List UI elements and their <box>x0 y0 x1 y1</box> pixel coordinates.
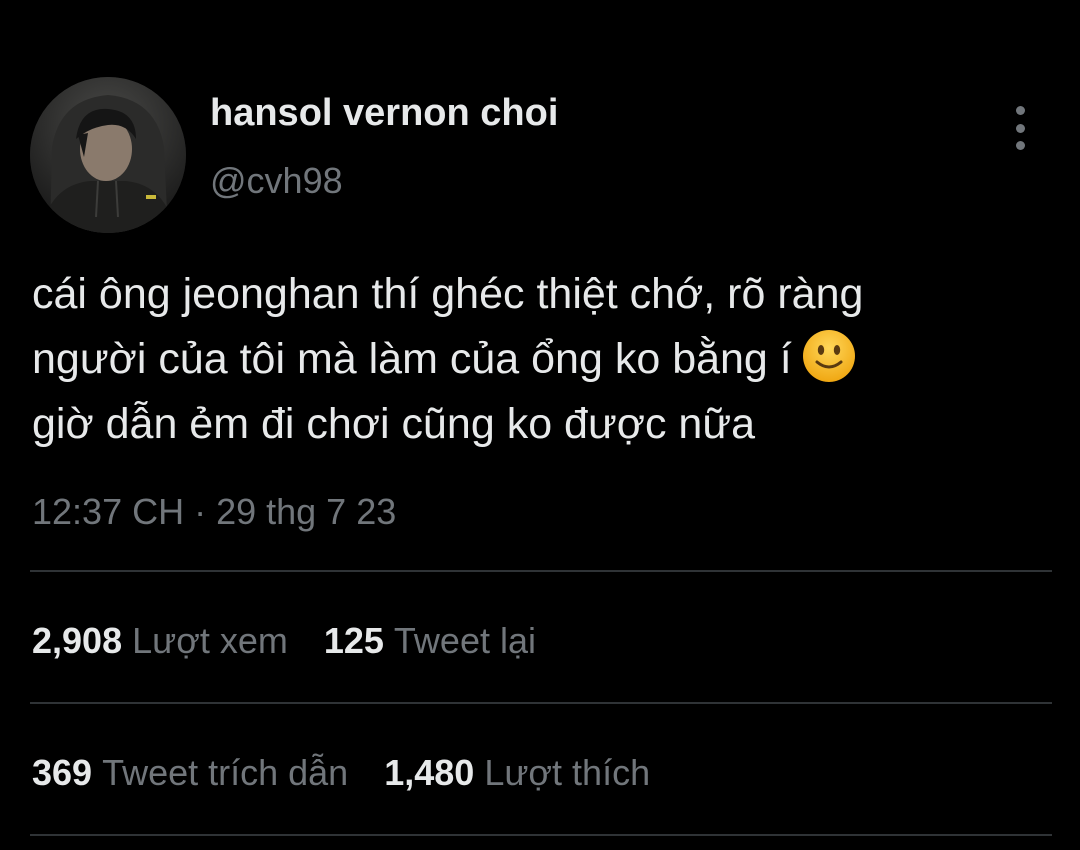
quotes-label: Tweet trích dẫn <box>102 752 349 793</box>
tweet-timestamp[interactable]: 12:37 CH · 29 thg 7 23 <box>32 491 396 533</box>
dot <box>1015 123 1025 133</box>
tweet-line-2-wrap: người của tôi mà làm của ổng ko bằng í <box>32 327 1072 392</box>
divider <box>30 702 1052 704</box>
dot <box>1015 106 1025 115</box>
retweets-stat[interactable]: 125 Tweet lại <box>324 620 536 662</box>
stats-row-1: 2,908 Lượt xem 125 Tweet lại <box>32 620 572 662</box>
views-stat[interactable]: 2,908 Lượt xem <box>32 620 288 662</box>
divider <box>30 570 1052 572</box>
divider <box>30 834 1052 836</box>
views-label: Lượt xem <box>132 620 288 661</box>
retweets-label: Tweet lại <box>393 620 536 661</box>
likes-stat[interactable]: 1,480 Lượt thích <box>384 752 650 794</box>
views-count: 2,908 <box>32 620 123 661</box>
dot <box>1015 141 1025 150</box>
likes-label: Lượt thích <box>484 752 651 793</box>
tweet-line-3: giờ dẫn ẻm đi chơi cũng ko được nữa <box>32 400 756 448</box>
retweets-count: 125 <box>323 620 384 661</box>
tweet-text: cái ông jeonghan thí ghéc thiệt chớ, rõ … <box>32 262 1072 457</box>
likes-count: 1,480 <box>384 752 475 793</box>
tweet-line-1: cái ông jeonghan thí ghéc thiệt chớ, rõ … <box>32 270 864 318</box>
user-handle[interactable]: @cvh98 <box>210 160 343 202</box>
avatar-photo <box>30 77 186 233</box>
more-vertical-icon[interactable] <box>1000 106 1040 150</box>
avatar[interactable] <box>30 77 186 233</box>
display-name[interactable]: hansol vernon choi <box>210 92 558 135</box>
quotes-stat[interactable]: 369 Tweet trích dẫn <box>32 752 348 794</box>
tweet-line-2: người của tôi mà làm của ổng ko bằng í <box>32 335 792 383</box>
slightly-smiling-face-icon <box>802 329 856 383</box>
stats-row-2: 369 Tweet trích dẫn 1,480 Lượt thích <box>32 752 686 794</box>
quotes-count: 369 <box>32 752 93 793</box>
